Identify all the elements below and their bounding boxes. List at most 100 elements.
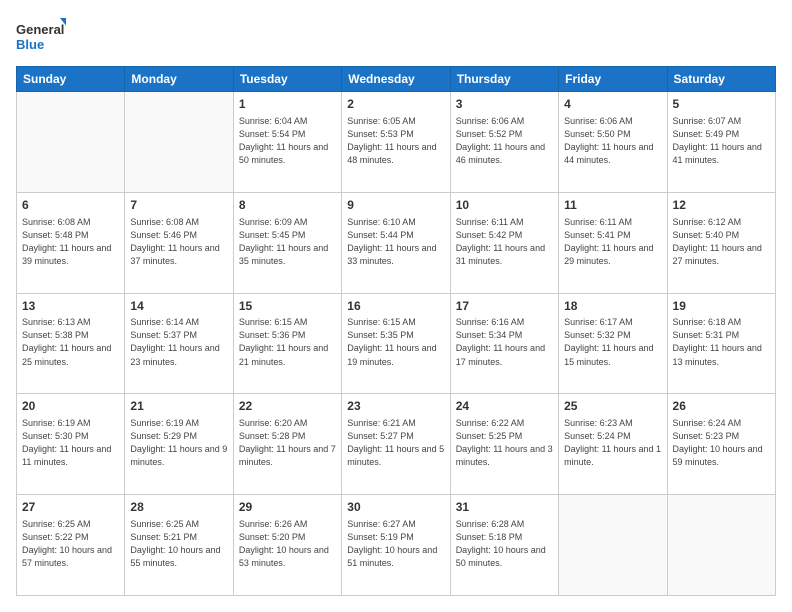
day-cell: [125, 92, 233, 193]
day-number: 10: [456, 197, 553, 214]
day-number: 3: [456, 96, 553, 113]
day-info: Sunrise: 6:25 AM Sunset: 5:22 PM Dayligh…: [22, 518, 119, 570]
day-number: 13: [22, 298, 119, 315]
day-cell: 28 Sunrise: 6:25 AM Sunset: 5:21 PM Dayli…: [125, 495, 233, 596]
header-day-sunday: Sunday: [17, 67, 125, 92]
day-info: Sunrise: 6:08 AM Sunset: 5:46 PM Dayligh…: [130, 216, 227, 268]
day-cell: 15Sunrise: 6:15 AM Sunset: 5:36 PM Dayli…: [233, 293, 341, 394]
day-cell: 25 Sunrise: 6:23 AM Sunset: 5:24 PM Dayli…: [559, 394, 667, 495]
day-info: Sunrise: 6:11 AM Sunset: 5:42 PM Dayligh…: [456, 216, 553, 268]
logo-svg: General Blue: [16, 16, 66, 56]
day-cell: 9 Sunrise: 6:10 AM Sunset: 5:44 PM Daylig…: [342, 192, 450, 293]
week-row-5: 27Sunrise: 6:25 AM Sunset: 5:22 PM Dayli…: [17, 495, 776, 596]
day-cell: 7 Sunrise: 6:08 AM Sunset: 5:46 PM Daylig…: [125, 192, 233, 293]
day-cell: 23 Sunrise: 6:21 AM Sunset: 5:27 PM Dayli…: [342, 394, 450, 495]
day-info: Sunrise: 6:07 AM Sunset: 5:49 PM Dayligh…: [673, 115, 770, 167]
day-cell: 3Sunrise: 6:06 AM Sunset: 5:52 PM Daylig…: [450, 92, 558, 193]
week-row-1: 1 Sunrise: 6:04 AM Sunset: 5:54 PM Daylig…: [17, 92, 776, 193]
day-cell: [17, 92, 125, 193]
day-cell: 13Sunrise: 6:13 AM Sunset: 5:38 PM Dayli…: [17, 293, 125, 394]
day-info: Sunrise: 6:27 AM Sunset: 5:19 PM Dayligh…: [347, 518, 444, 570]
day-cell: 18Sunrise: 6:17 AM Sunset: 5:32 PM Dayli…: [559, 293, 667, 394]
day-number: 2: [347, 96, 444, 113]
day-cell: 14Sunrise: 6:14 AM Sunset: 5:37 PM Dayli…: [125, 293, 233, 394]
day-info: Sunrise: 6:17 AM Sunset: 5:32 PM Dayligh…: [564, 316, 661, 368]
week-row-4: 20 Sunrise: 6:19 AM Sunset: 5:30 PM Dayli…: [17, 394, 776, 495]
day-number: 26: [673, 398, 770, 415]
day-cell: 30 Sunrise: 6:27 AM Sunset: 5:19 PM Dayli…: [342, 495, 450, 596]
day-number: 25: [564, 398, 661, 415]
day-cell: 8 Sunrise: 6:09 AM Sunset: 5:45 PM Daylig…: [233, 192, 341, 293]
day-number: 24: [456, 398, 553, 415]
day-info: Sunrise: 6:04 AM Sunset: 5:54 PM Dayligh…: [239, 115, 336, 167]
day-info: Sunrise: 6:19 AM Sunset: 5:29 PM Dayligh…: [130, 417, 227, 469]
day-number: 23: [347, 398, 444, 415]
day-cell: 5 Sunrise: 6:07 AM Sunset: 5:49 PM Daylig…: [667, 92, 775, 193]
header-day-wednesday: Wednesday: [342, 67, 450, 92]
day-number: 15: [239, 298, 336, 315]
day-info: Sunrise: 6:25 AM Sunset: 5:21 PM Dayligh…: [130, 518, 227, 570]
week-row-3: 13Sunrise: 6:13 AM Sunset: 5:38 PM Dayli…: [17, 293, 776, 394]
day-cell: 29 Sunrise: 6:26 AM Sunset: 5:20 PM Dayli…: [233, 495, 341, 596]
day-cell: 1 Sunrise: 6:04 AM Sunset: 5:54 PM Daylig…: [233, 92, 341, 193]
day-number: 20: [22, 398, 119, 415]
day-number: 11: [564, 197, 661, 214]
day-info: Sunrise: 6:15 AM Sunset: 5:35 PM Dayligh…: [347, 316, 444, 368]
day-info: Sunrise: 6:14 AM Sunset: 5:37 PM Dayligh…: [130, 316, 227, 368]
day-cell: 4 Sunrise: 6:06 AM Sunset: 5:50 PM Daylig…: [559, 92, 667, 193]
day-cell: 11 Sunrise: 6:11 AM Sunset: 5:41 PM Dayli…: [559, 192, 667, 293]
day-info: Sunrise: 6:12 AM Sunset: 5:40 PM Dayligh…: [673, 216, 770, 268]
day-cell: 6 Sunrise: 6:08 AM Sunset: 5:48 PM Daylig…: [17, 192, 125, 293]
day-cell: 22 Sunrise: 6:20 AM Sunset: 5:28 PM Dayli…: [233, 394, 341, 495]
logo: General Blue: [16, 16, 66, 56]
day-cell: 16Sunrise: 6:15 AM Sunset: 5:35 PM Dayli…: [342, 293, 450, 394]
day-number: 12: [673, 197, 770, 214]
day-info: Sunrise: 6:22 AM Sunset: 5:25 PM Dayligh…: [456, 417, 553, 469]
day-info: Sunrise: 6:10 AM Sunset: 5:44 PM Dayligh…: [347, 216, 444, 268]
day-cell: 19Sunrise: 6:18 AM Sunset: 5:31 PM Dayli…: [667, 293, 775, 394]
day-number: 18: [564, 298, 661, 315]
day-info: Sunrise: 6:15 AM Sunset: 5:36 PM Dayligh…: [239, 316, 336, 368]
day-info: Sunrise: 6:20 AM Sunset: 5:28 PM Dayligh…: [239, 417, 336, 469]
day-info: Sunrise: 6:28 AM Sunset: 5:18 PM Dayligh…: [456, 518, 553, 570]
day-number: 30: [347, 499, 444, 516]
day-number: 17: [456, 298, 553, 315]
day-number: 5: [673, 96, 770, 113]
day-info: Sunrise: 6:26 AM Sunset: 5:20 PM Dayligh…: [239, 518, 336, 570]
day-cell: 24 Sunrise: 6:22 AM Sunset: 5:25 PM Dayli…: [450, 394, 558, 495]
day-number: 1: [239, 96, 336, 113]
day-number: 7: [130, 197, 227, 214]
day-cell: 31 Sunrise: 6:28 AM Sunset: 5:18 PM Dayli…: [450, 495, 558, 596]
header: General Blue: [16, 16, 776, 56]
day-info: Sunrise: 6:18 AM Sunset: 5:31 PM Dayligh…: [673, 316, 770, 368]
day-info: Sunrise: 6:06 AM Sunset: 5:50 PM Dayligh…: [564, 115, 661, 167]
day-info: Sunrise: 6:09 AM Sunset: 5:45 PM Dayligh…: [239, 216, 336, 268]
day-number: 14: [130, 298, 227, 315]
day-number: 4: [564, 96, 661, 113]
day-number: 31: [456, 499, 553, 516]
day-info: Sunrise: 6:19 AM Sunset: 5:30 PM Dayligh…: [22, 417, 119, 469]
header-row: SundayMondayTuesdayWednesdayThursdayFrid…: [17, 67, 776, 92]
header-day-friday: Friday: [559, 67, 667, 92]
day-cell: 20 Sunrise: 6:19 AM Sunset: 5:30 PM Dayli…: [17, 394, 125, 495]
day-info: Sunrise: 6:23 AM Sunset: 5:24 PM Dayligh…: [564, 417, 661, 469]
day-cell: 27Sunrise: 6:25 AM Sunset: 5:22 PM Dayli…: [17, 495, 125, 596]
day-cell: 17Sunrise: 6:16 AM Sunset: 5:34 PM Dayli…: [450, 293, 558, 394]
day-number: 29: [239, 499, 336, 516]
header-day-thursday: Thursday: [450, 67, 558, 92]
day-cell: 12 Sunrise: 6:12 AM Sunset: 5:40 PM Dayli…: [667, 192, 775, 293]
day-info: Sunrise: 6:11 AM Sunset: 5:41 PM Dayligh…: [564, 216, 661, 268]
day-number: 28: [130, 499, 227, 516]
day-info: Sunrise: 6:24 AM Sunset: 5:23 PM Dayligh…: [673, 417, 770, 469]
day-number: 8: [239, 197, 336, 214]
day-number: 22: [239, 398, 336, 415]
day-cell: 26 Sunrise: 6:24 AM Sunset: 5:23 PM Dayli…: [667, 394, 775, 495]
day-number: 6: [22, 197, 119, 214]
day-number: 9: [347, 197, 444, 214]
day-info: Sunrise: 6:08 AM Sunset: 5:48 PM Dayligh…: [22, 216, 119, 268]
day-cell: [559, 495, 667, 596]
day-info: Sunrise: 6:13 AM Sunset: 5:38 PM Dayligh…: [22, 316, 119, 368]
header-day-saturday: Saturday: [667, 67, 775, 92]
day-info: Sunrise: 6:16 AM Sunset: 5:34 PM Dayligh…: [456, 316, 553, 368]
day-info: Sunrise: 6:21 AM Sunset: 5:27 PM Dayligh…: [347, 417, 444, 469]
